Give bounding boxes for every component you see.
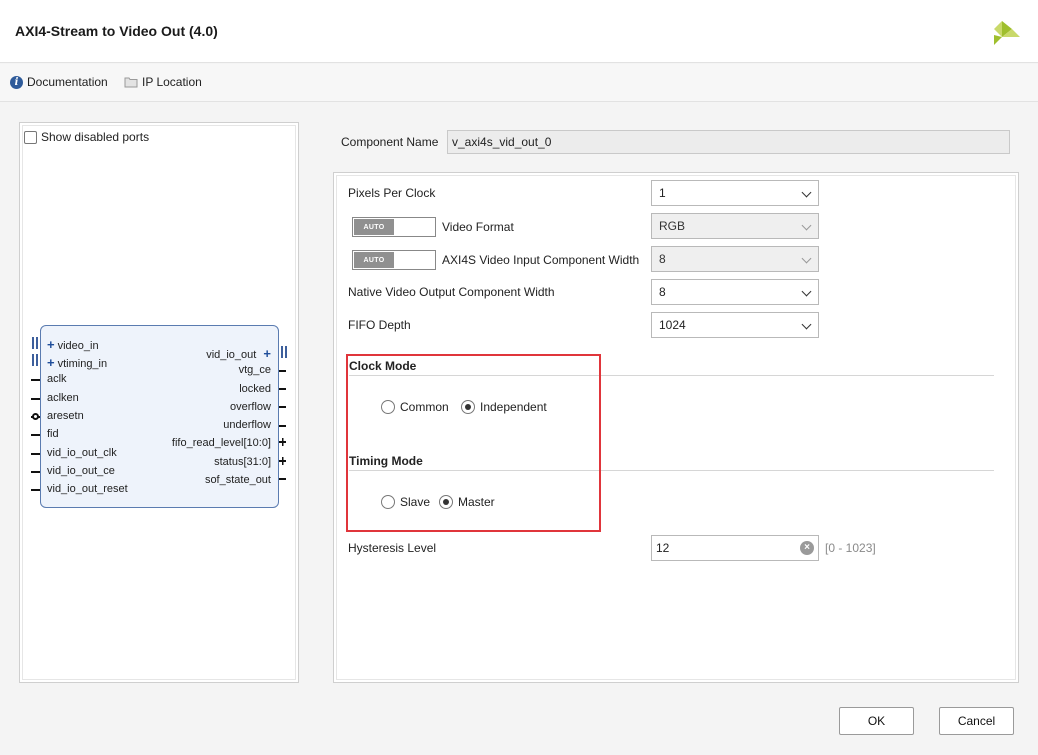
- expand-icon[interactable]: +: [263, 346, 271, 361]
- video-format-auto-toggle[interactable]: AUTO: [352, 217, 436, 237]
- show-disabled-ports-checkbox[interactable]: Show disabled ports: [24, 130, 149, 144]
- title-bar: AXI4-Stream to Video Out (4.0): [0, 0, 1038, 63]
- component-name-field[interactable]: v_axi4s_vid_out_0: [447, 130, 1010, 154]
- video-format-select[interactable]: RGB: [651, 213, 819, 239]
- clear-icon[interactable]: ×: [800, 541, 814, 555]
- documentation-menu[interactable]: i Documentation: [10, 75, 108, 89]
- port-vid-io-out-reset: vid_io_out_reset: [47, 483, 128, 495]
- inverted-pin-icon: [32, 413, 39, 420]
- port-vid-io-out-clk: vid_io_out_clk: [47, 447, 117, 459]
- video-format-label: Video Format: [442, 220, 514, 234]
- pin: [279, 370, 286, 372]
- pixels-per-clock-label: Pixels Per Clock: [348, 186, 436, 200]
- port-fid: fid: [47, 428, 59, 440]
- port-vid-io-out: vid_io_out +: [206, 346, 271, 361]
- ip-location-button[interactable]: IP Location: [124, 75, 202, 89]
- xilinx-logo-icon: [994, 21, 1020, 45]
- component-name-row: Component Name v_axi4s_vid_out_0: [333, 122, 1019, 168]
- checkbox-box[interactable]: [24, 130, 37, 144]
- port-video-in: + video_in: [47, 337, 99, 352]
- fifo-depth-select[interactable]: 1024: [651, 312, 819, 338]
- port-aclk: aclk: [47, 373, 67, 385]
- port-overflow: overflow: [230, 401, 271, 413]
- axi4s-width-auto-toggle[interactable]: AUTO: [352, 250, 436, 270]
- chevron-down-icon: [801, 253, 812, 264]
- port-sof-state-out: sof_state_out: [204, 474, 271, 486]
- pin: [31, 398, 40, 400]
- axi4s-width-select[interactable]: 8: [651, 246, 819, 272]
- pin: [31, 453, 40, 455]
- port-fifo-read-level: fifo_read_level[10:0]: [171, 437, 271, 449]
- cancel-button[interactable]: Cancel: [939, 707, 1014, 735]
- hysteresis-label: Hysteresis Level: [348, 541, 437, 555]
- native-width-select[interactable]: 8: [651, 279, 819, 305]
- port-aresetn: aresetn: [47, 410, 84, 422]
- pin: [31, 379, 40, 381]
- bus-pin-icon: [279, 438, 286, 480]
- axi4s-width-label: AXI4S Video Input Component Width: [442, 253, 640, 267]
- documentation-label: Documentation: [27, 75, 108, 89]
- pin: [279, 388, 286, 390]
- expand-icon[interactable]: +: [47, 337, 55, 352]
- ip-block-symbol: + video_in + vtiming_in aclk aclken areset…: [40, 325, 279, 508]
- bus-pin-icon: [32, 337, 38, 366]
- pin: [31, 471, 40, 473]
- chevron-down-icon: [801, 220, 812, 231]
- pin: [31, 489, 40, 491]
- pin: [31, 434, 40, 436]
- fifo-depth-label: FIFO Depth: [348, 318, 411, 332]
- toolbar: i Documentation IP Location: [0, 64, 1038, 102]
- pin: [279, 425, 286, 427]
- hysteresis-range: [0 - 1023]: [825, 541, 876, 555]
- port-aclken: aclken: [47, 392, 79, 404]
- port-vtg-ce: vtg_ce: [238, 364, 271, 376]
- component-name-label: Component Name: [341, 135, 439, 149]
- native-width-label: Native Video Output Component Width: [348, 285, 555, 299]
- ok-button[interactable]: OK: [839, 707, 914, 735]
- port-vid-io-out-ce: vid_io_out_ce: [47, 465, 115, 477]
- pixels-per-clock-select[interactable]: 1: [651, 180, 819, 206]
- ip-location-label: IP Location: [142, 75, 202, 89]
- chevron-down-icon: [801, 286, 812, 297]
- expand-icon[interactable]: +: [47, 355, 55, 370]
- show-disabled-ports-label: Show disabled ports: [41, 130, 150, 144]
- port-underflow: underflow: [223, 419, 271, 431]
- bus-pin-icon: [281, 346, 287, 358]
- highlight-box: [346, 354, 601, 532]
- folder-icon: [124, 77, 138, 88]
- window-title: AXI4-Stream to Video Out (4.0): [15, 23, 218, 39]
- pin: [279, 406, 286, 408]
- chevron-down-icon: [801, 319, 812, 330]
- port-status: status[31:0]: [214, 456, 271, 468]
- port-vtiming-in: + vtiming_in: [47, 355, 108, 370]
- hysteresis-input[interactable]: 12 ×: [651, 535, 819, 561]
- port-locked: locked: [239, 383, 271, 395]
- info-icon: i: [10, 75, 23, 89]
- chevron-down-icon: [801, 187, 812, 198]
